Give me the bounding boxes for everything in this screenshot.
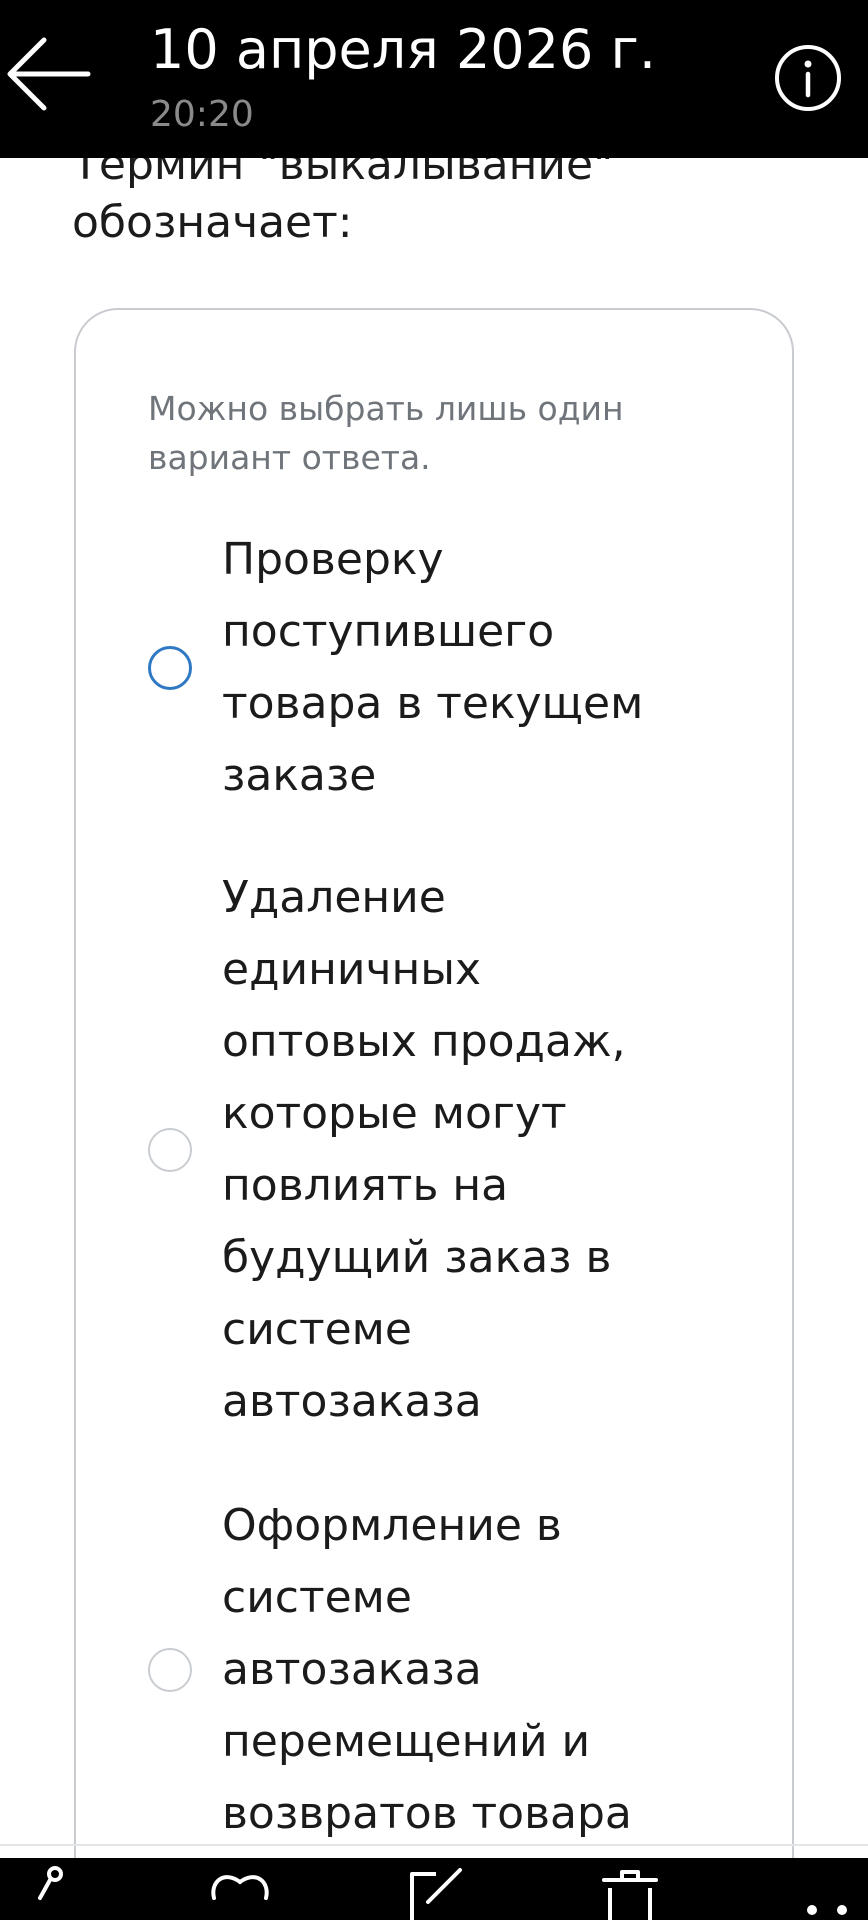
photo-content: Термин "выкалывание" обозначает: Можно в… [0, 0, 868, 1920]
radio-button-1[interactable] [148, 646, 192, 690]
answer-hint: Можно выбрать лишь один вариант ответа. [148, 389, 624, 477]
edit-icon [410, 1868, 462, 1920]
share-icon [38, 1866, 63, 1900]
answer-card: Можно выбрать лишь один вариант ответа. … [74, 308, 794, 1920]
arrow-left-icon [7, 37, 91, 111]
top-app-bar: 10 апреля 2026 г. 20:20 [0, 0, 868, 158]
answer-option-label: Проверку поступившего товара в текущем з… [222, 534, 644, 801]
answer-option-3[interactable]: Оформление в системе автозаказа перемеще… [76, 1490, 792, 1860]
share-button[interactable] [10, 1858, 90, 1920]
info-icon [775, 45, 841, 111]
back-button[interactable] [0, 22, 100, 122]
edit-button[interactable] [398, 1858, 478, 1920]
favorite-button[interactable] [200, 1858, 280, 1920]
toolbar-divider [0, 1844, 868, 1846]
delete-icon [602, 1870, 658, 1920]
radio-button-3[interactable] [148, 1648, 192, 1692]
gallery-photo-viewer: Термин "выкалывание" обозначает: Можно в… [0, 0, 868, 1920]
photo-date-title: 10 апреля 2026 г. [150, 18, 657, 81]
heart-icon [211, 1875, 269, 1900]
info-button[interactable] [770, 40, 846, 116]
more-button[interactable] [790, 1858, 868, 1920]
radio-button-2[interactable] [148, 1128, 192, 1172]
answer-option-2[interactable]: Удаление единичных оптовых продаж, котор… [76, 862, 792, 1442]
answer-option-label: Удаление единичных оптовых продаж, котор… [222, 872, 626, 1427]
more-icon [807, 1905, 847, 1915]
delete-button[interactable] [590, 1858, 670, 1920]
answer-option-label: Оформление в системе автозаказа перемеще… [222, 1500, 632, 1839]
photo-time-subtitle: 20:20 [150, 94, 254, 135]
answer-option-1[interactable]: Проверку поступившего товара в текущем з… [76, 524, 792, 814]
bottom-toolbar [0, 1858, 868, 1920]
